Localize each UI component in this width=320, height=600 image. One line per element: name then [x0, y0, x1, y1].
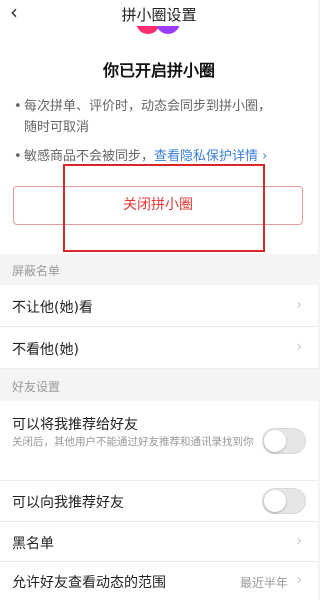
row-hide-their[interactable]: 不看他(她) › — [0, 327, 318, 369]
row-label: 可以向我推荐好友 — [12, 495, 124, 511]
intro-bullet-sync: • 每次拼单、评价时，动态会同步到拼小圈， 随时可取消 — [14, 96, 314, 138]
row-label: 黑名单 — [12, 536, 54, 552]
row-visibility-range[interactable]: 允许好友查看动态的范围 最近半年 › — [0, 562, 318, 600]
visibility-value: 最近半年 — [239, 576, 288, 590]
row-label: 允许好友查看动态的范围 — [12, 575, 166, 591]
row-label: 不让他(她)看 — [12, 300, 93, 316]
chevron-right-icon: › — [296, 533, 302, 549]
chevron-right-icon: › — [296, 572, 302, 588]
highlight-box — [63, 164, 265, 252]
recommend-to-me-toggle[interactable] — [262, 488, 306, 514]
row-recommend-to-me: 可以向我推荐好友 — [0, 481, 318, 522]
intro-heading: 你已开启拼小圈 — [102, 61, 215, 80]
pinxiaoquan-logo-icon — [136, 26, 182, 34]
page-title: 拼小圈设置 — [121, 6, 197, 24]
bullet-text: 敏感商品不会被同步， — [24, 149, 155, 164]
recommend-me-toggle[interactable] — [262, 428, 306, 454]
row-label: 不看他(她) — [12, 342, 79, 358]
row-blacklist[interactable]: 黑名单 › — [0, 522, 318, 562]
bullet-text: 随时可取消 — [24, 120, 90, 135]
section-header-block: 屏蔽名单 — [0, 257, 318, 285]
bullet-mark: • — [14, 99, 22, 114]
chevron-right-icon: › — [296, 339, 302, 355]
chevron-right-icon: › — [296, 297, 302, 313]
row-recommend-me: 可以将我推荐给好友 关闭后，其他用户不能通过好友推荐和通讯录找到你 — [0, 401, 318, 481]
bullet-mark: • — [14, 149, 22, 164]
row-label: 可以将我推荐给好友 — [12, 417, 138, 433]
row-description: 关闭后，其他用户不能通过好友推荐和通讯录找到你 — [12, 436, 254, 448]
section-header-friends: 好友设置 — [0, 373, 318, 401]
nav-bar: ‹ 拼小圈设置 — [0, 0, 318, 26]
privacy-details-link[interactable]: 查看隐私保护详情 › — [154, 149, 267, 164]
bullet-text: 每次拼单、评价时，动态会同步到拼小圈， — [24, 99, 272, 114]
row-hide-from[interactable]: 不让他(她)看 › — [0, 285, 318, 327]
